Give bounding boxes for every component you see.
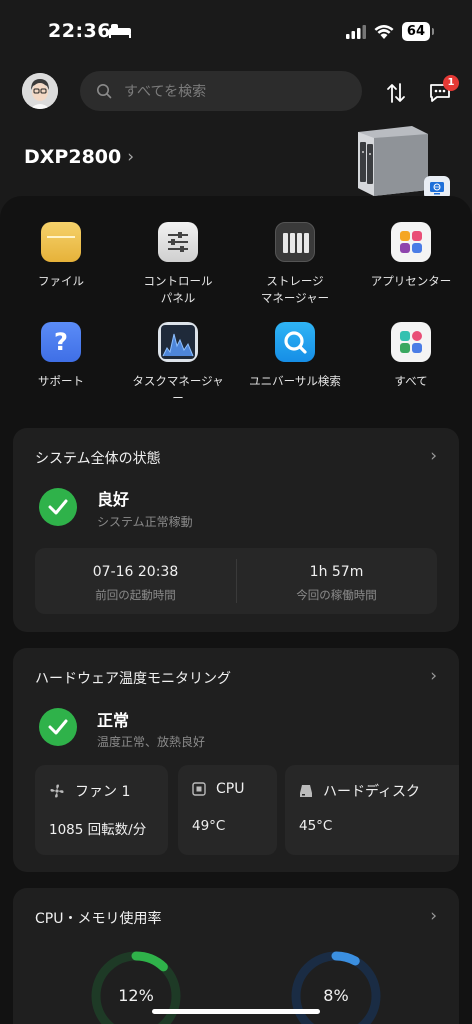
app-all[interactable]: すべて: [352, 322, 470, 390]
app-center-icon: [391, 222, 431, 262]
cpu-usage-value: 12%: [118, 986, 154, 1005]
cpu-header: CPU: [192, 781, 244, 797]
all-apps-icon: [391, 322, 431, 362]
chevron-right-icon: ›: [127, 147, 135, 167]
boot-time-stat: 07-16 20:38 前回の起動時間: [35, 548, 236, 614]
boot-time-value: 07-16 20:38: [92, 564, 179, 580]
search-placeholder: すべてを検索: [124, 84, 207, 100]
chevron-right-icon[interactable]: ›: [430, 446, 437, 466]
system-stats: 07-16 20:38 前回の起動時間 1h 57m 今回の稼働時間: [35, 548, 437, 614]
app-label: ストレージ マネージャー: [260, 274, 330, 305]
system-status-card[interactable]: システム全体の状態 › 良好 システム正常稼動 07-16 20:38 前回の起…: [13, 428, 459, 632]
status-subtext: システム正常稼動: [97, 515, 193, 529]
fan-tile: ファン 1 1085 回転数/分: [35, 765, 168, 855]
app-task-manager[interactable]: タスクマネージャ ー: [119, 322, 237, 407]
app-app-center[interactable]: アプリセンター: [352, 222, 470, 290]
app-label: ファイル: [38, 274, 84, 288]
sliders-icon: [158, 222, 198, 262]
device-selector[interactable]: DXP2800 ›: [24, 146, 134, 168]
wifi-icon: [374, 25, 394, 39]
device-name: DXP2800: [24, 146, 122, 168]
status-text: 正常: [97, 711, 130, 730]
task-manager-icon: [158, 322, 198, 362]
folder-icon: [41, 222, 81, 262]
globe-monitor-icon: [430, 182, 444, 195]
card-title: ハードウェア温度モニタリング: [35, 671, 231, 687]
avatar-face-icon: [22, 73, 58, 109]
fan-value: 1085 回転数/分: [49, 822, 147, 838]
app-universal-search[interactable]: ユニバーサル検索: [236, 322, 354, 390]
status-text: 良好: [97, 490, 130, 509]
card-title: システム全体の状態: [35, 451, 161, 467]
storage-icon: [275, 222, 315, 262]
avatar[interactable]: [22, 73, 58, 109]
hardware-temperature-card[interactable]: ハードウェア温度モニタリング › 正常 温度正常、放熱良好 ファン 1 1085…: [13, 648, 459, 872]
status-bar: 22:36 64: [0, 0, 472, 64]
app-storage-manager[interactable]: ストレージ マネージャー: [236, 222, 354, 307]
app-files[interactable]: ファイル: [2, 222, 120, 290]
check-icon: [39, 488, 77, 526]
app-label: コントロール パネル: [143, 274, 213, 305]
home-indicator[interactable]: [152, 1009, 320, 1014]
sleep-focus-icon: [109, 24, 131, 38]
disk-temp-value: 45°C: [299, 818, 333, 834]
app-support[interactable]: ? サポート: [2, 322, 120, 390]
disk-label: ハードディスク: [323, 784, 421, 800]
chevron-right-icon[interactable]: ›: [430, 666, 437, 686]
card-title: CPU・メモリ使用率: [35, 911, 162, 927]
boot-time-label: 前回の起動時間: [95, 588, 176, 602]
cellular-signal-icon: [345, 24, 366, 39]
fan-icon: [50, 784, 64, 798]
disk-temp-tile: ハードディスク 45°C: [285, 765, 459, 855]
search-icon: [97, 84, 112, 99]
cpu-temp-value: 49°C: [192, 818, 226, 834]
search-bar[interactable]: すべてを検索: [80, 71, 362, 111]
uptime-stat: 1h 57m 今回の稼働時間: [236, 548, 437, 614]
memory-usage-value: 8%: [323, 986, 349, 1005]
hard-disk-icon: [300, 785, 312, 797]
app-label: サポート: [38, 374, 84, 388]
uptime-value: 1h 57m: [309, 564, 364, 580]
app-label: アプリセンター: [370, 274, 452, 288]
cpu-memory-usage-card[interactable]: CPU・メモリ使用率 › 12% 8%: [13, 888, 459, 1024]
cpu-label: CPU: [216, 781, 245, 797]
status-time: 22:36: [48, 20, 111, 42]
app-label: タスクマネージャ ー: [132, 374, 224, 405]
uptime-label: 今回の稼働時間: [296, 588, 377, 602]
cpu-temp-tile: CPU 49°C: [178, 765, 277, 855]
notification-badge: 1: [443, 75, 459, 91]
nas-device-image: [358, 126, 428, 196]
status-subtext: 温度正常、放熱良好: [97, 735, 206, 749]
disk-header: ハードディスク: [299, 781, 420, 801]
app-label: ユニバーサル検索: [249, 374, 341, 388]
help-icon: ?: [41, 322, 81, 362]
universal-search-icon: [275, 322, 315, 362]
fan-header: ファン 1: [49, 781, 130, 801]
check-icon: [39, 708, 77, 746]
battery-indicator: 64: [401, 22, 435, 41]
chevron-right-icon[interactable]: ›: [430, 906, 437, 926]
transfer-icon[interactable]: [384, 82, 408, 104]
app-label: すべて: [394, 374, 428, 388]
fan-label: ファン 1: [75, 784, 131, 800]
app-control-panel[interactable]: コントロール パネル: [119, 222, 237, 307]
cpu-chip-icon: [192, 782, 206, 796]
